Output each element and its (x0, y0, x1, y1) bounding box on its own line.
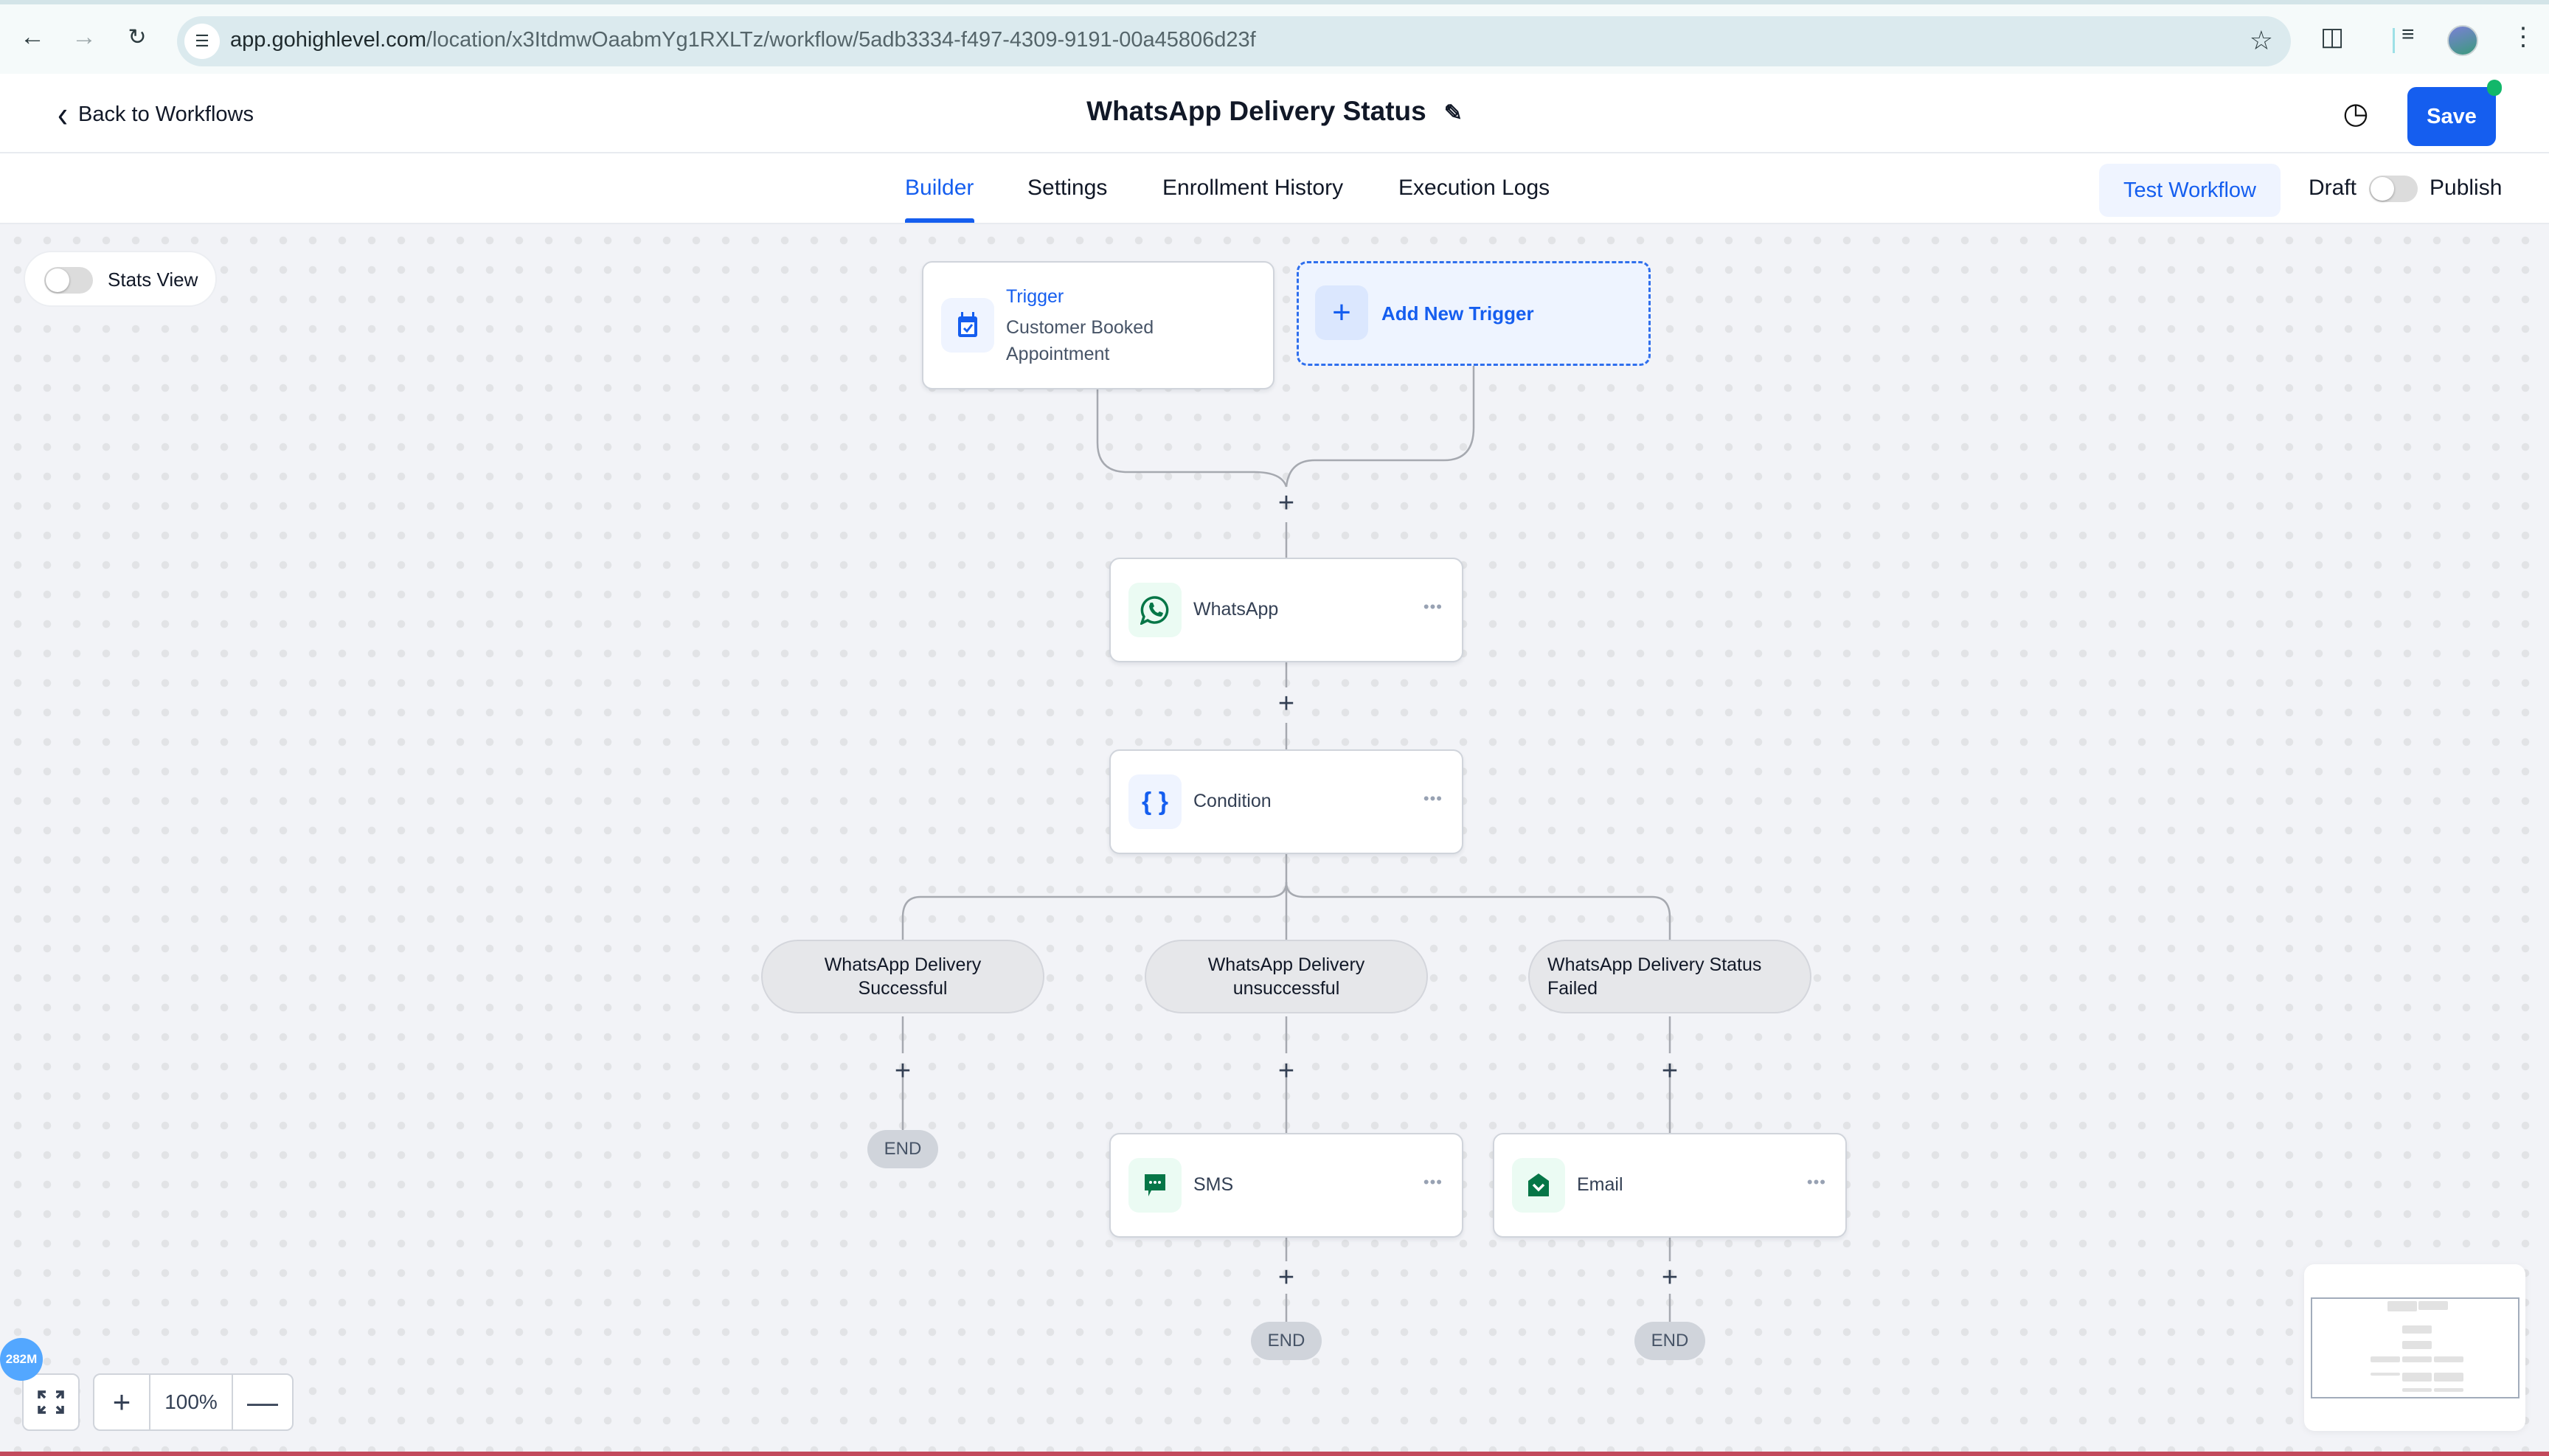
minimap-node (2371, 1356, 2400, 1362)
reload-icon[interactable]: ↻ (121, 21, 153, 53)
email-envelope-icon (1512, 1158, 1565, 1213)
tab-execution-logs[interactable]: Execution Logs (1398, 176, 1550, 201)
publish-label: Publish (2430, 176, 2503, 200)
email-action-card[interactable]: Email ••• (1493, 1133, 1847, 1238)
minimap-node (2402, 1388, 2432, 1392)
expand-arrows-icon (38, 1390, 64, 1414)
whatsapp-icon (1128, 583, 1182, 637)
url-path: /location/x3ItdmwOaabmYg1RXLTz/workflow/… (426, 28, 1256, 52)
minimap-node (2402, 1356, 2432, 1362)
connector-trigger (1096, 388, 1288, 488)
back-arrow-icon[interactable]: ← (16, 21, 49, 53)
minimap-node (2418, 1301, 2448, 1310)
zoom-out-button[interactable]: — (233, 1375, 292, 1429)
email-label: Email (1577, 1174, 1623, 1195)
forward-arrow-icon[interactable]: → (68, 21, 100, 53)
trigger-card[interactable]: Trigger Customer Booked Appointment (922, 261, 1274, 389)
more-menu-icon[interactable]: ⋮ (2511, 22, 2536, 52)
minimap-node (2434, 1388, 2463, 1392)
minimap-node (2387, 1301, 2417, 1311)
add-step-button[interactable]: + (1272, 488, 1301, 519)
branch-successful[interactable]: WhatsApp Delivery Successful (761, 940, 1044, 1013)
add-step-button[interactable]: + (1655, 1262, 1685, 1293)
trigger-subtitle: Customer Booked Appointment (1006, 317, 1154, 364)
toolbar-divider (2393, 28, 2395, 53)
branch-unsuccessful[interactable]: WhatsApp Delivery unsuccessful (1145, 940, 1428, 1013)
fit-to-screen-button[interactable] (22, 1373, 80, 1431)
more-options-icon[interactable]: ••• (1423, 789, 1443, 808)
workflow-canvas[interactable]: Stats View Trigger Customer Booked Appoi… (0, 224, 2549, 1456)
add-step-button[interactable]: + (888, 1055, 918, 1086)
sms-label: SMS (1193, 1174, 1234, 1195)
trigger-title: Trigger (1006, 286, 1064, 307)
save-button[interactable]: Save (2407, 87, 2496, 146)
toggle-knob (2371, 177, 2394, 201)
calendar-check-icon (941, 298, 994, 353)
end-node: END (1634, 1322, 1705, 1360)
add-step-button[interactable]: + (1272, 1262, 1301, 1293)
add-new-trigger-button[interactable]: + Add New Trigger (1297, 261, 1651, 366)
branch-status-failed[interactable]: WhatsApp Delivery Status Failed (1528, 940, 1811, 1013)
tab-settings[interactable]: Settings (1027, 176, 1107, 201)
test-workflow-button[interactable]: Test Workflow (2099, 164, 2281, 217)
publish-toggle[interactable] (2369, 176, 2418, 202)
minimap-node (2402, 1341, 2432, 1349)
minimap-node (2371, 1373, 2400, 1376)
browser-toolbar: ← → ↻ ☰ app.gohighlevel.com/location/x3I… (0, 0, 2549, 74)
minimap-node (2434, 1373, 2463, 1382)
minimap[interactable] (2304, 1264, 2525, 1431)
add-new-trigger-label: Add New Trigger (1381, 302, 1534, 325)
zoom-in-button[interactable]: + (94, 1375, 150, 1429)
end-node: END (1251, 1322, 1322, 1360)
sms-chat-icon (1128, 1158, 1182, 1213)
active-tab-indicator (905, 218, 974, 223)
bookmark-star-icon[interactable]: ☆ (2250, 25, 2273, 56)
sms-action-card[interactable]: SMS ••• (1109, 1133, 1463, 1238)
url-text[interactable]: app.gohighlevel.com/location/x3ItdmwOaab… (230, 28, 1256, 52)
minimap-viewport[interactable] (2311, 1297, 2519, 1398)
zoom-level: 100% (150, 1375, 233, 1429)
connector-add-trigger (1285, 364, 1475, 488)
workflow-title: WhatsApp Delivery Status ✎ (0, 96, 2549, 127)
add-step-button[interactable]: + (1272, 1055, 1301, 1086)
memory-usage-badge: 282M (0, 1338, 43, 1381)
connector-branch-left (901, 881, 1288, 940)
minimap-node (2402, 1373, 2432, 1382)
minimap-node (2434, 1356, 2463, 1362)
extensions-icon[interactable]: ◫ (2320, 22, 2344, 52)
tab-enrollment-history[interactable]: Enrollment History (1162, 176, 1343, 201)
connector-branch-right (1285, 881, 1671, 940)
add-step-button[interactable]: + (1655, 1055, 1685, 1086)
unsaved-indicator-dot (2487, 80, 2502, 96)
curly-braces-icon: { } (1128, 774, 1182, 829)
minimap-node (2402, 1325, 2432, 1334)
workflow-title-text[interactable]: WhatsApp Delivery Status (1086, 96, 1426, 126)
whatsapp-label: WhatsApp (1193, 599, 1279, 620)
address-bar[interactable]: ☰ app.gohighlevel.com/location/x3ItdmwOa… (177, 16, 2291, 66)
plus-icon: + (1315, 285, 1368, 340)
app-header: ‹ Back to Workflows WhatsApp Delivery St… (0, 74, 2549, 153)
profile-avatar[interactable] (2447, 25, 2478, 56)
add-step-button[interactable]: + (1272, 688, 1301, 719)
zoom-controls: + 100% — (93, 1373, 294, 1431)
whatsapp-action-card[interactable]: WhatsApp ••• (1109, 558, 1463, 662)
site-settings-icon[interactable]: ☰ (184, 24, 220, 59)
version-history-icon[interactable]: ◷ (2340, 97, 2372, 130)
more-options-icon[interactable]: ••• (1807, 1173, 1826, 1192)
window-bottom-edge (0, 1452, 2549, 1456)
condition-label: Condition (1193, 791, 1272, 811)
url-host: app.gohighlevel.com (230, 28, 427, 52)
edit-pencil-icon[interactable]: ✎ (1444, 100, 1463, 126)
tab-builder[interactable]: Builder (905, 176, 974, 201)
draft-label: Draft (2309, 176, 2357, 200)
condition-action-card[interactable]: { } Condition ••• (1109, 749, 1463, 854)
more-options-icon[interactable]: ••• (1423, 1173, 1443, 1192)
media-controls-icon[interactable]: ≡ (2401, 22, 2415, 47)
end-node: END (867, 1130, 938, 1168)
more-options-icon[interactable]: ••• (1423, 597, 1443, 617)
workflow-tabs-bar: Builder Settings Enrollment History Exec… (0, 153, 2549, 224)
